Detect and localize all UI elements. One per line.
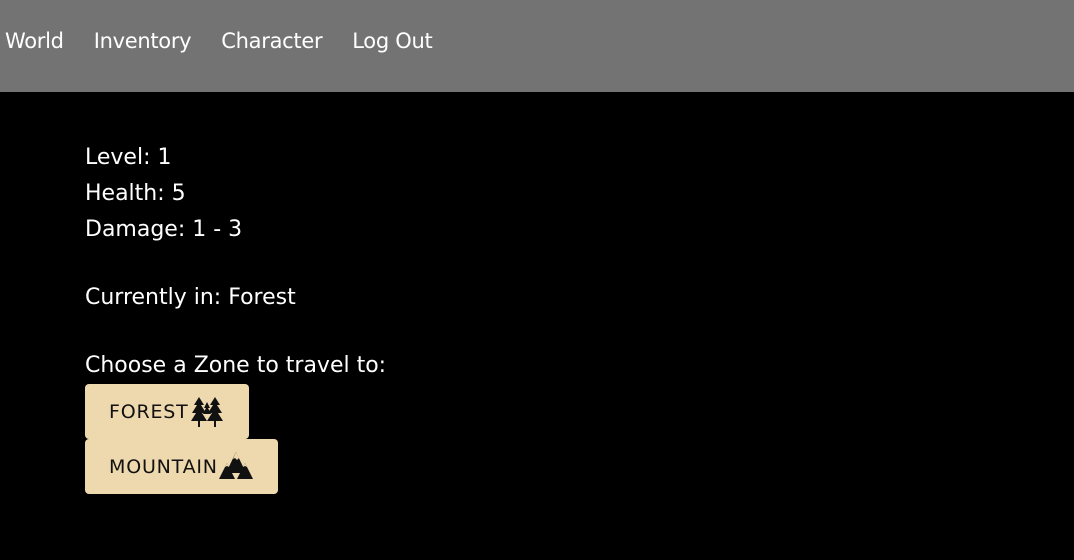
main-content: Level: 1 Health: 5 Damage: 1 - 3 Current… (0, 92, 1074, 494)
forest-zone-button[interactable]: FOREST (85, 384, 249, 439)
nav-world-link[interactable]: World (5, 31, 64, 52)
top-navbar: World Inventory Character Log Out (0, 0, 1074, 92)
nav-inventory-link[interactable]: Inventory (94, 31, 192, 52)
mountain-zone-button[interactable]: MOUNTAIN (85, 439, 278, 494)
nav-logout-link[interactable]: Log Out (352, 31, 432, 52)
forest-icon (190, 396, 223, 427)
mountain-zone-label: MOUNTAIN (109, 455, 218, 478)
level-stat: Level: 1 (85, 145, 172, 170)
zone-prompt: Choose a Zone to travel to: (85, 353, 387, 378)
zone-list: FOREST MOUNTAIN (85, 384, 1074, 494)
mountain-icon (218, 451, 253, 479)
forest-zone-label: FOREST (109, 400, 189, 423)
damage-stat: Damage: 1 - 3 (85, 217, 243, 242)
health-stat: Health: 5 (85, 181, 186, 206)
current-location: Currently in: Forest (85, 285, 296, 310)
nav-character-link[interactable]: Character (221, 31, 322, 52)
